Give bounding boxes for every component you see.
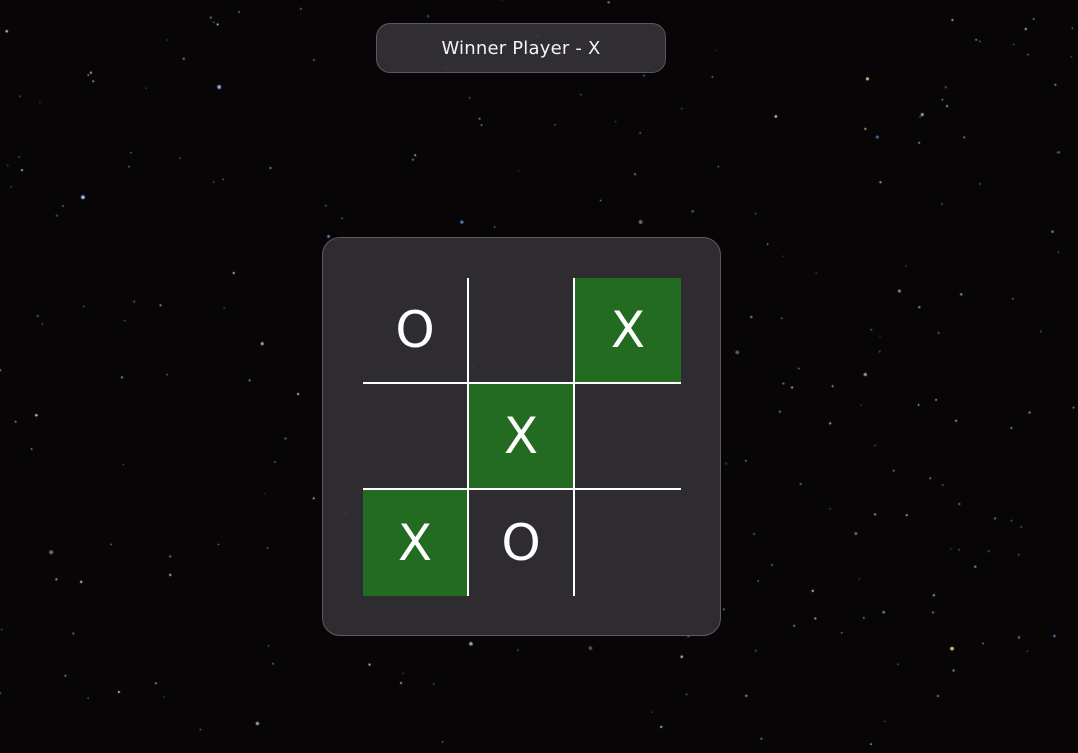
board-cell-3[interactable]: X [575,278,681,384]
board-cell-8[interactable]: O [469,490,575,596]
board-cell-9[interactable] [575,490,681,596]
board-cell-5[interactable]: X [469,384,575,490]
tic-tac-toe-board: O X X X O [363,278,681,596]
board-cell-4[interactable] [363,384,469,490]
board-cell-7[interactable]: X [363,490,469,596]
board-cell-2[interactable] [469,278,575,384]
board-panel: O X X X O [322,237,721,636]
board-cell-1[interactable]: O [363,278,469,384]
game-status-banner: Winner Player - X [376,23,666,73]
board-cell-6[interactable] [575,384,681,490]
game-status-text: Winner Player - X [441,37,601,59]
